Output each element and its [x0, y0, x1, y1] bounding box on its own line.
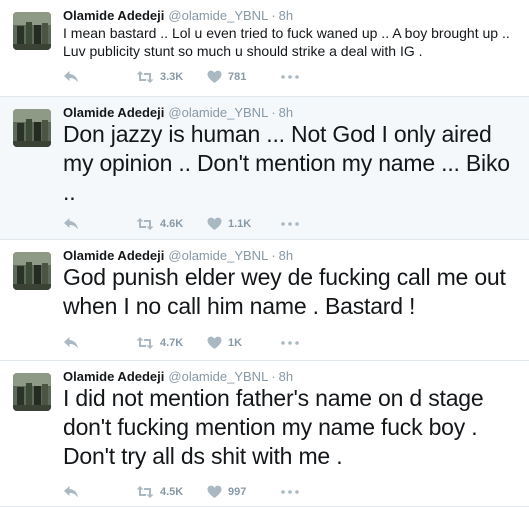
reply-icon [64, 486, 78, 498]
retweet-icon [136, 218, 154, 230]
retweet-icon [136, 486, 154, 498]
like-button[interactable]: 1K [207, 334, 242, 352]
tweet-header: Olamide Adedeji @olamide_YBNL · 8h [63, 105, 293, 121]
avatar[interactable] [13, 373, 51, 411]
tweet-actions: 4.6K 1.1K [63, 215, 529, 233]
retweet-count: 4.5K [160, 486, 184, 498]
more-icon [281, 490, 299, 494]
heart-icon [207, 336, 222, 349]
tweet-header: Olamide Adedeji @olamide_YBNL · 8h [63, 248, 293, 264]
retweet-count: 4.6K [160, 218, 184, 230]
like-count: 781 [228, 71, 247, 83]
timestamp[interactable]: 8h [279, 8, 293, 23]
separator-dot: · [271, 248, 276, 263]
retweet-button[interactable]: 4.5K [136, 483, 183, 501]
author-handle[interactable]: @olamide_YBNL [168, 248, 268, 263]
like-button[interactable]: 781 [207, 68, 246, 86]
timestamp[interactable]: 8h [279, 248, 293, 263]
tweet-text: Don jazzy is human ... Not God I only ai… [63, 121, 510, 205]
like-count: 1.1K [228, 218, 252, 230]
tweet[interactable]: Olamide Adedeji @olamide_YBNL · 8h I mean b… [0, 0, 529, 97]
separator-dot: · [271, 105, 276, 120]
reply-icon [64, 218, 78, 230]
timestamp[interactable]: 8h [279, 105, 293, 120]
more-icon [281, 222, 299, 226]
like-count: 997 [228, 486, 247, 498]
author-handle[interactable]: @olamide_YBNL [168, 8, 268, 23]
heart-icon [207, 70, 222, 83]
avatar[interactable] [13, 109, 51, 147]
timestamp[interactable]: 8h [279, 369, 293, 384]
tweet-feed: Olamide Adedeji @olamide_YBNL · 8h I mean b… [0, 0, 529, 507]
avatar[interactable] [13, 12, 51, 50]
tweet-header: Olamide Adedeji @olamide_YBNL · 8h [63, 369, 293, 385]
avatar[interactable] [13, 252, 51, 290]
reply-button[interactable] [63, 215, 79, 233]
tweet[interactable]: Olamide Adedeji @olamide_YBNL · 8h I did no… [0, 361, 529, 507]
retweet-button[interactable]: 3.3K [136, 68, 183, 86]
retweet-button[interactable]: 4.7K [136, 334, 183, 352]
more-button[interactable] [281, 68, 299, 86]
more-button[interactable] [281, 215, 299, 233]
author-name[interactable]: Olamide Adedeji [63, 248, 164, 263]
retweet-count: 3.3K [160, 71, 184, 83]
more-icon [281, 75, 299, 79]
tweet[interactable]: Olamide Adedeji @olamide_YBNL · 8h Don jazz… [0, 97, 529, 240]
retweet-icon [136, 71, 154, 83]
like-button[interactable]: 1.1K [207, 215, 251, 233]
reply-button[interactable] [63, 483, 79, 501]
author-handle[interactable]: @olamide_YBNL [168, 105, 268, 120]
separator-dot: · [271, 369, 276, 384]
reply-icon [64, 337, 78, 349]
like-count: 1K [228, 337, 243, 349]
like-button[interactable]: 997 [207, 483, 246, 501]
retweet-count: 4.7K [160, 337, 184, 349]
tweet-text: I did not mention father's name on d sta… [63, 385, 484, 469]
reply-button[interactable] [63, 68, 79, 86]
tweet[interactable]: Olamide Adedeji @olamide_YBNL · 8h God puni… [0, 240, 529, 361]
more-icon [281, 341, 299, 345]
author-name[interactable]: Olamide Adedeji [63, 369, 164, 384]
author-handle[interactable]: @olamide_YBNL [168, 369, 268, 384]
tweet-actions: 4.7K 1K [63, 334, 529, 352]
tweet-text: God punish elder wey de fucking call me … [63, 264, 506, 319]
separator-dot: · [271, 8, 276, 23]
heart-icon [207, 217, 222, 230]
heart-icon [207, 485, 222, 498]
retweet-button[interactable]: 4.6K [136, 215, 183, 233]
tweet-text: I mean bastard .. Lol u even tried to fu… [63, 25, 510, 59]
reply-button[interactable] [63, 334, 79, 352]
author-name[interactable]: Olamide Adedeji [63, 105, 164, 120]
more-button[interactable] [281, 483, 299, 501]
more-button[interactable] [281, 334, 299, 352]
tweet-actions: 3.3K 781 [63, 68, 529, 86]
tweet-actions: 4.5K 997 [63, 483, 529, 501]
reply-icon [64, 71, 78, 83]
tweet-header: Olamide Adedeji @olamide_YBNL · 8h [63, 8, 293, 24]
retweet-icon [136, 337, 154, 349]
author-name[interactable]: Olamide Adedeji [63, 8, 164, 23]
